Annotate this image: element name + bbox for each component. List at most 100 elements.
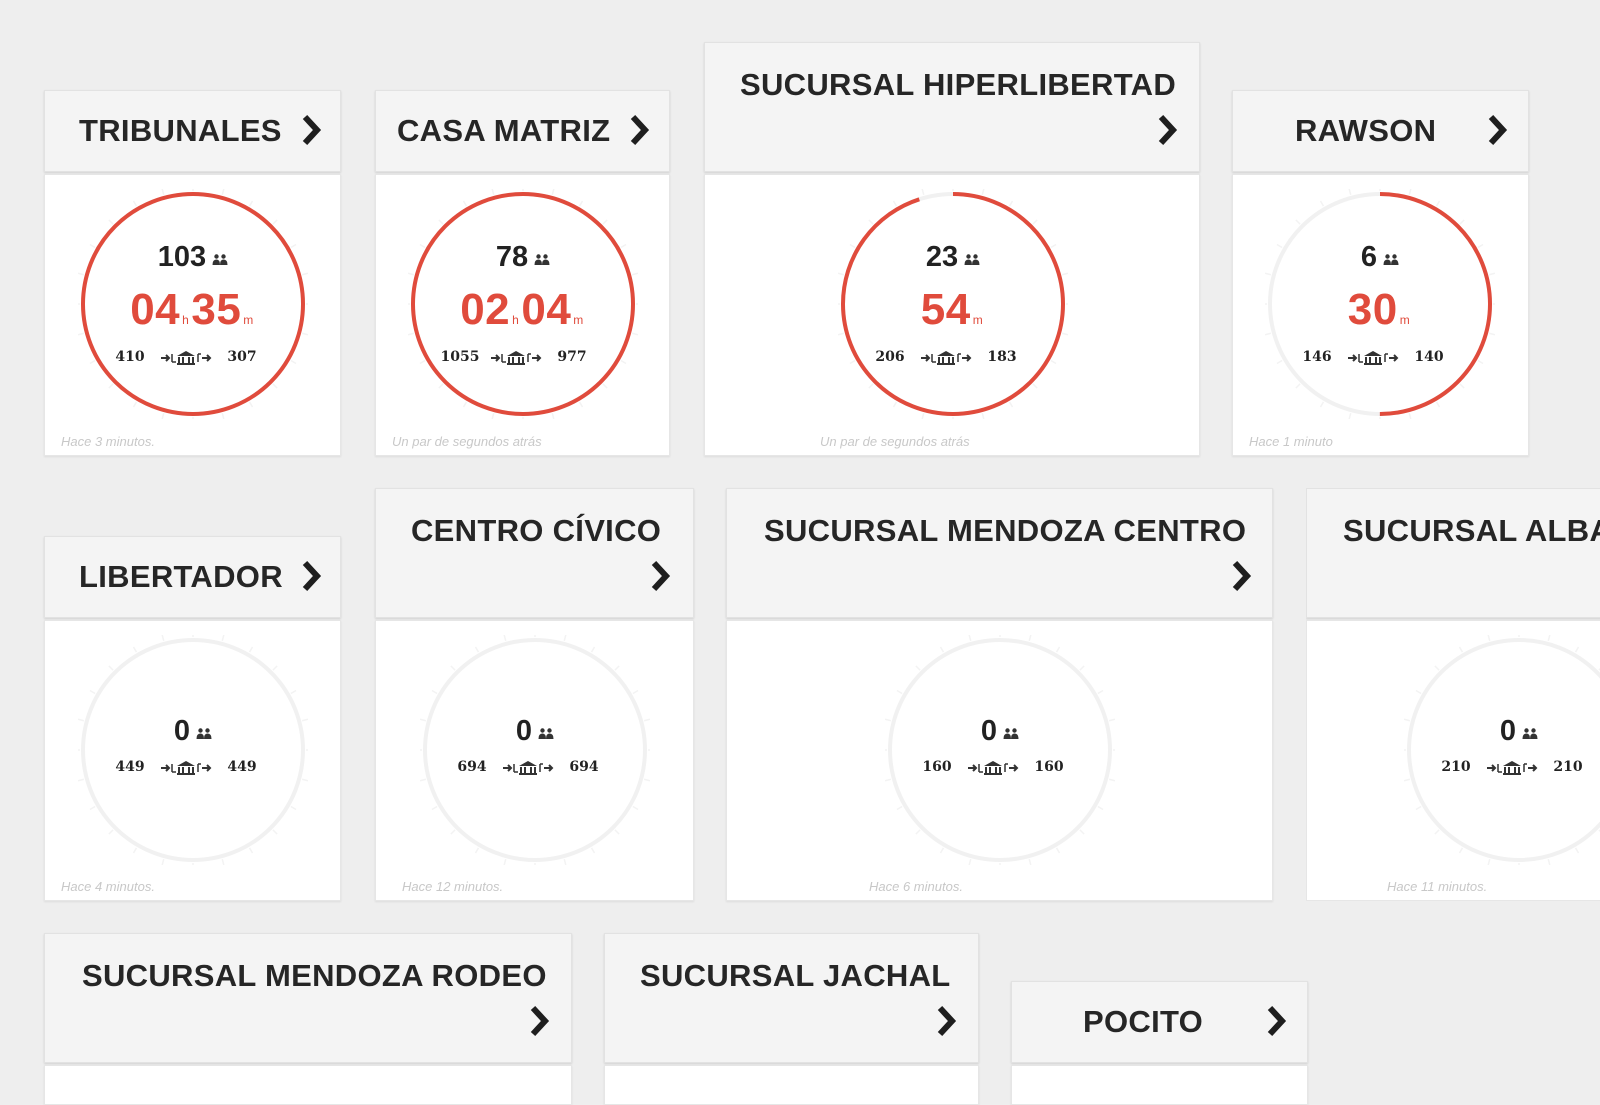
gauge-tick — [1415, 805, 1422, 811]
branch-header-albardon[interactable]: SUCURSAL ALBARDÓN — [1306, 488, 1600, 618]
gauge-tick — [474, 847, 480, 854]
branch-body: 0 449 449 Hace 4 minutos. — [44, 620, 341, 901]
branch-card-pocito: POCITO — [1011, 981, 1308, 1105]
branch-header-rawson[interactable]: RAWSON — [1232, 90, 1529, 172]
chevron-right-icon[interactable] — [1229, 559, 1255, 593]
gauge-tick — [921, 189, 925, 196]
last-updated: Hace 1 minuto — [1249, 434, 1333, 449]
chevron-right-icon[interactable] — [299, 113, 325, 147]
gauge-tick — [1055, 646, 1061, 653]
entered-count: 160 — [922, 759, 952, 775]
last-updated: Un par de segundos atrás — [392, 434, 542, 449]
branch-header-casa-matriz[interactable]: CASA MATRIZ — [375, 90, 670, 172]
gauge-tick — [462, 200, 468, 207]
gauge-tick — [1028, 858, 1032, 865]
gauge-tick — [272, 383, 278, 389]
gauge-tick — [132, 646, 138, 653]
people-icon — [212, 254, 228, 265]
flow-stats: 449 449 — [78, 759, 308, 779]
gauge-tick — [290, 689, 297, 695]
gauge-tick — [578, 401, 584, 408]
gauge-tick — [939, 847, 945, 854]
gauge-tick — [632, 805, 639, 811]
gauge-tick — [1408, 412, 1412, 419]
chevron-right-icon[interactable] — [627, 113, 653, 147]
gauge-tick — [1434, 829, 1440, 835]
gauge-tick — [1319, 401, 1325, 408]
branch-body: 6 30 m 146 140 Hace 1 minuto — [1232, 174, 1529, 456]
gauge-tick — [896, 689, 903, 695]
branch-title: TRIBUNALES — [79, 113, 282, 148]
branch-title: RAWSON — [1295, 113, 1437, 148]
people-count: 0 — [1404, 715, 1600, 749]
gauge-tick — [551, 412, 555, 419]
chevron-right-icon[interactable] — [527, 1004, 553, 1038]
branch-header-tribunales[interactable]: TRIBUNALES — [44, 90, 341, 172]
branch-header-centro-civico[interactable]: CENTRO CÍVICO — [375, 488, 694, 618]
gauge-tick — [272, 219, 278, 225]
gauge-tick — [1295, 383, 1301, 389]
gauge-tick — [915, 829, 921, 835]
gauge-tick — [1435, 401, 1441, 408]
gauge-tick — [1487, 635, 1491, 642]
gauge-tick — [161, 858, 165, 865]
chevron-right-icon[interactable] — [299, 559, 325, 593]
branch-body: 0 160 160 Hace 6 minutos. — [726, 620, 1273, 901]
gauge-tick — [221, 412, 225, 419]
branch-header-jachal[interactable]: SUCURSAL JACHAL — [604, 933, 979, 1063]
branch-title: CENTRO CÍVICO — [411, 513, 662, 548]
gauge-tick — [1348, 412, 1352, 419]
gauge-tick — [921, 412, 925, 419]
branch-title: SUCURSAL ALBARDÓN — [1343, 513, 1600, 548]
branch-title: CASA MATRIZ — [397, 113, 611, 148]
last-updated: Hace 12 minutos. — [402, 879, 504, 894]
wait-gauge: 0 210 210 — [1404, 635, 1600, 865]
people-icon — [538, 728, 554, 739]
gauge-tick — [450, 829, 456, 835]
gauge-tick — [1108, 778, 1115, 782]
chevron-right-icon[interactable] — [934, 1004, 960, 1038]
people-icon — [196, 728, 212, 739]
gauge-tick — [491, 412, 495, 419]
gauge-tick — [643, 778, 650, 782]
gauge-tick — [431, 805, 438, 811]
gauge-tick — [915, 665, 921, 671]
branch-title: SUCURSAL JACHAL — [640, 958, 951, 993]
chevron-right-icon[interactable] — [1264, 1004, 1290, 1038]
chevron-right-icon[interactable] — [1485, 113, 1511, 147]
gauge-tick — [78, 778, 85, 782]
gauge-ring — [420, 635, 650, 865]
branch-header-libertador[interactable]: LIBERTADOR — [44, 536, 341, 618]
gauge-tick — [221, 189, 225, 196]
branch-body: 0 694 694 Hace 12 minutos. — [375, 620, 694, 901]
people-icon — [534, 254, 550, 265]
gauge-tick — [602, 383, 608, 389]
gauge-tick — [1459, 219, 1465, 225]
last-updated: Hace 3 minutos. — [61, 434, 155, 449]
chevron-right-icon[interactable] — [648, 559, 674, 593]
gauge-tick — [632, 689, 639, 695]
bank-in-out-icon — [491, 351, 542, 365]
wait-time: 30 m — [1347, 285, 1411, 334]
branch-header-mendoza-rodeo[interactable]: SUCURSAL MENDOZA RODEO — [44, 933, 572, 1063]
branch-title: SUCURSAL MENDOZA CENTRO — [764, 513, 1247, 548]
chevron-right-icon[interactable] — [1155, 113, 1181, 147]
branch-header-mendoza-centro[interactable]: SUCURSAL MENDOZA CENTRO — [726, 488, 1273, 618]
branch-header-hiperlibertad[interactable]: SUCURSAL HIPERLIBERTAD — [704, 42, 1200, 172]
branch-card-tribunales: TRIBUNALES 103 04 h35 m 410 307 Hace 3 minu… — [44, 90, 341, 456]
branch-card-mendoza-centro: SUCURSAL MENDOZA CENTRO 0 160 160 Hace 6 … — [726, 488, 1273, 901]
gauge-tick — [431, 689, 438, 695]
gauge-tick — [108, 219, 114, 225]
gauge-tick — [1574, 847, 1580, 854]
gauge-tick — [968, 635, 972, 642]
branch-card-rawson: RAWSON 6 30 m 146 140 Hace 1 minuto — [1232, 90, 1529, 456]
gauge-tick — [491, 189, 495, 196]
branch-header-pocito[interactable]: POCITO — [1011, 981, 1308, 1063]
gauge-tick — [1008, 401, 1014, 408]
gauge-tick — [108, 829, 114, 835]
gauge-tick — [89, 805, 96, 811]
gauge-tick — [248, 646, 254, 653]
gauge-tick — [614, 829, 620, 835]
people-count: 23 — [838, 241, 1068, 275]
gauge-tick — [1097, 805, 1104, 811]
